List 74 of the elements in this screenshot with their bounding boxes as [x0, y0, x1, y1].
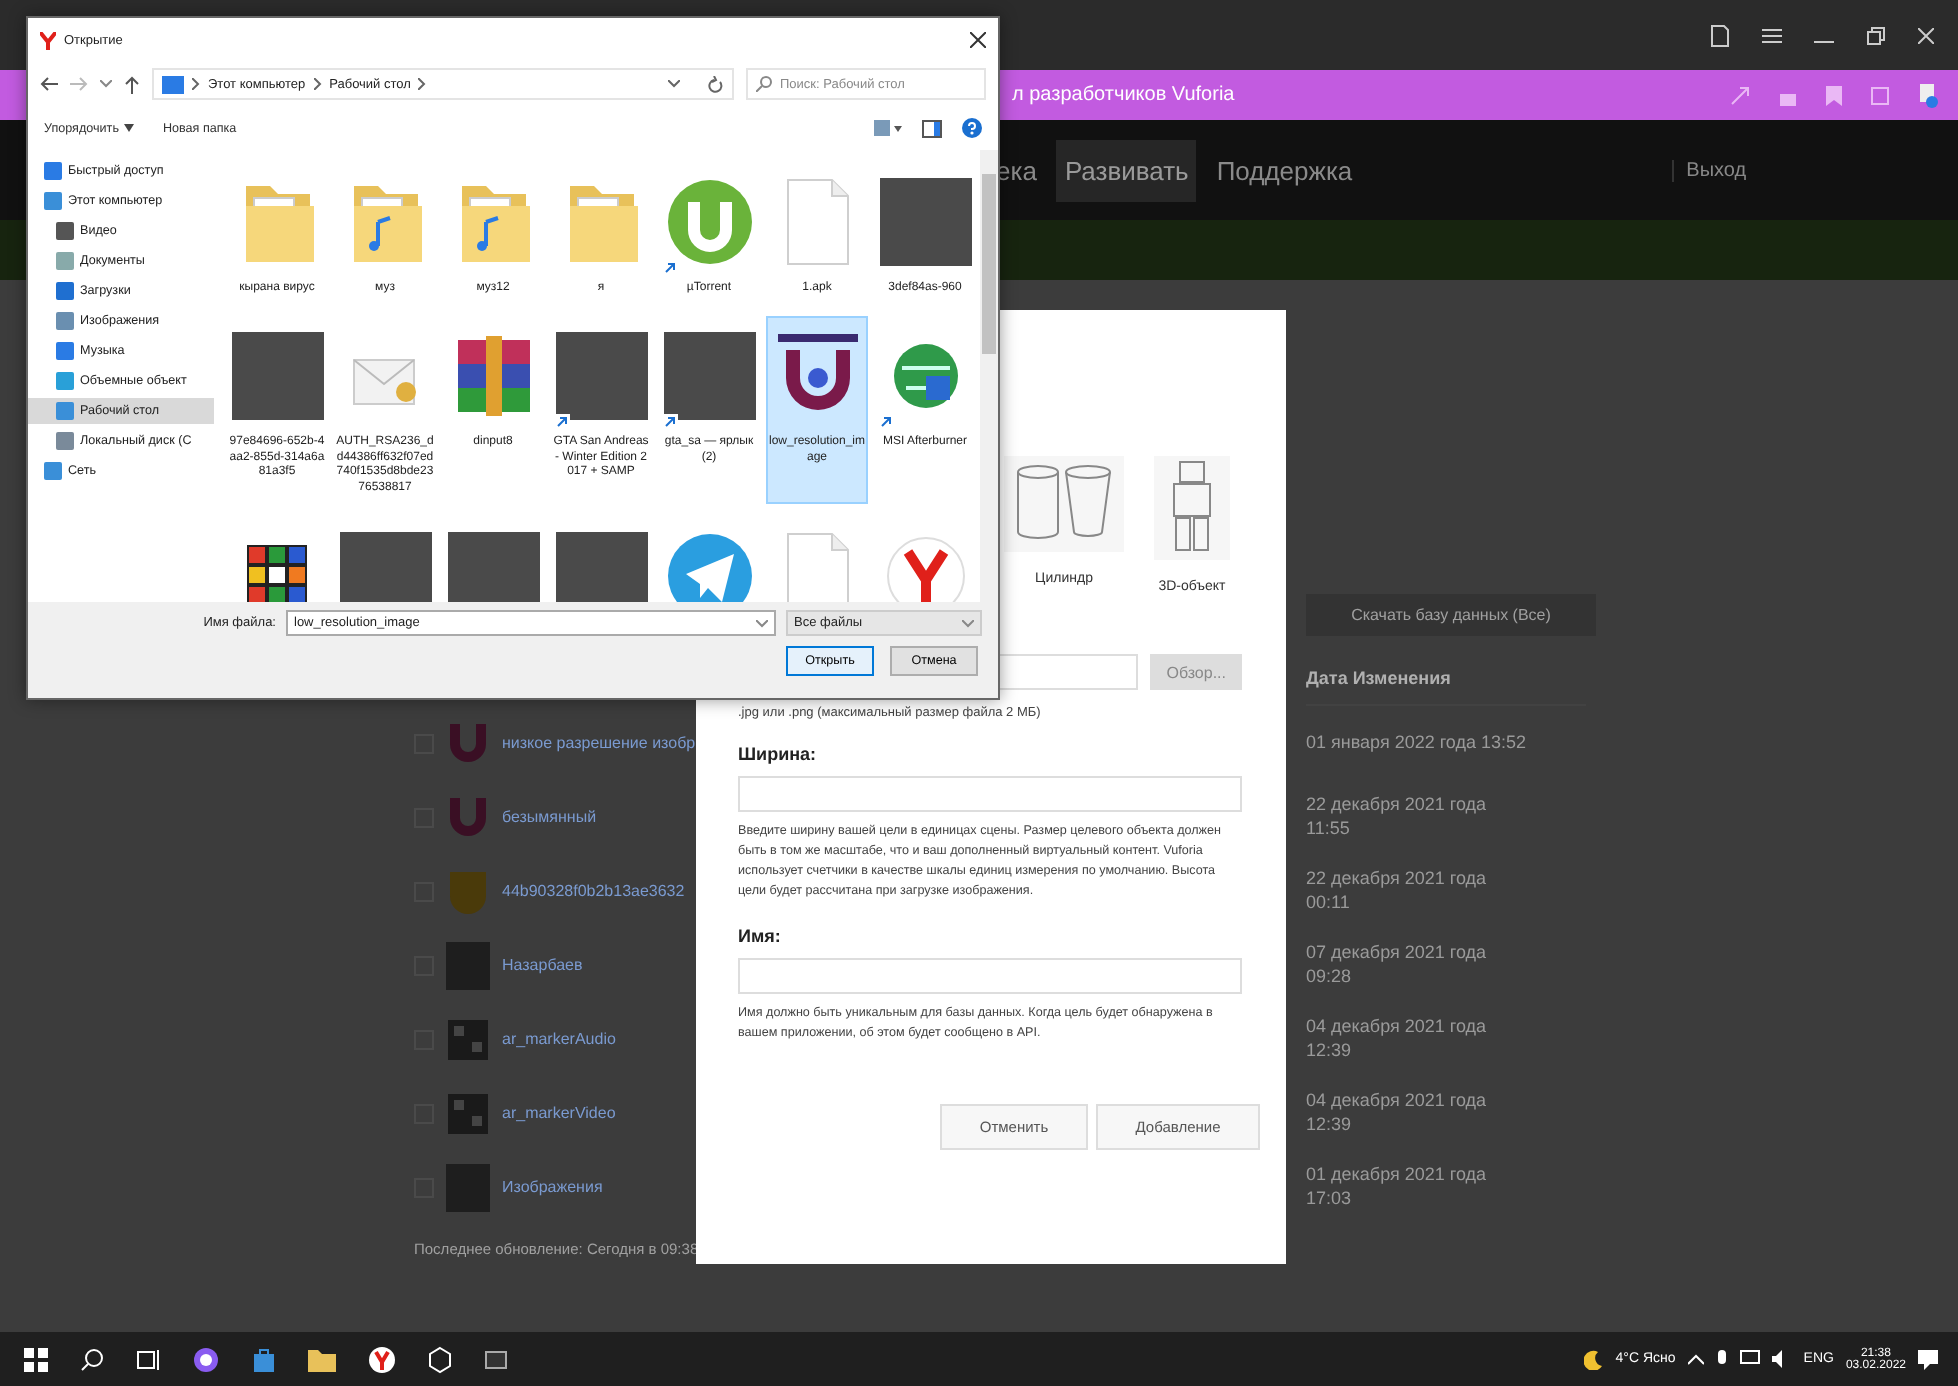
app-icon [665, 178, 753, 266]
close-icon[interactable] [970, 32, 986, 48]
caret-icon[interactable] [668, 80, 680, 88]
date-cell-text: 04 декабря 2021 года 12:39 [1306, 1013, 1489, 1063]
restore-icon[interactable] [1866, 25, 1886, 45]
page-icon[interactable] [1710, 23, 1730, 47]
notification-icon[interactable] [1918, 1349, 1938, 1369]
preview-pane-icon[interactable] [922, 119, 942, 137]
logo-thumbnail [446, 793, 490, 841]
photo-placeholder [446, 941, 490, 989]
view-options-icon[interactable] [874, 120, 902, 136]
archive-icon [453, 331, 533, 420]
moon-icon [1583, 1349, 1604, 1369]
back-arrow-icon[interactable] [40, 76, 58, 92]
qr-code-thumbnail [446, 1015, 490, 1063]
refresh-icon[interactable] [708, 75, 724, 93]
photo-placeholder [663, 331, 755, 420]
browser-icon[interactable] [368, 1345, 396, 1373]
name-label: Имя: [738, 926, 783, 947]
chevron-up-icon[interactable] [1687, 1353, 1704, 1365]
chevron-icon [418, 78, 427, 90]
width-label: Ширина: [738, 744, 819, 764]
photo-placeholder [447, 531, 539, 602]
date-cell-text: 04 декабря 2021 года 12:39 [1306, 1087, 1489, 1137]
date-cell-text: 01 января 2022 года 13:52 [1306, 729, 1526, 756]
logout-link[interactable]: Выход [1672, 159, 1747, 181]
name-input-field[interactable] [738, 958, 1242, 995]
hexagon-icon[interactable] [428, 1345, 452, 1373]
download-button[interactable]: Скачать базу данных (Все) [1306, 594, 1596, 636]
microphone-icon[interactable] [1715, 1349, 1728, 1369]
document-icon [785, 178, 849, 266]
photo-placeholder [231, 331, 323, 420]
nav-link[interactable]: Поддержка [1208, 139, 1361, 201]
search-icon [756, 76, 772, 92]
page-title: л разработчиков Vuforia [1012, 84, 1235, 106]
photo-placeholder [879, 178, 971, 266]
badge-thumbnail [446, 867, 490, 915]
chevron-icon [313, 78, 322, 90]
nav-link[interactable]: Развивать [1056, 139, 1197, 201]
date-cell-text: 01 декабря 2021 года 17:03 [1306, 1161, 1489, 1211]
task-view-icon[interactable] [136, 1347, 160, 1371]
photo-placeholder [555, 531, 647, 602]
date-cell-text: 07 декабря 2021 года 09:28 [1306, 939, 1489, 989]
logo-thumbnail [446, 719, 490, 767]
photo-placeholder [446, 1163, 490, 1211]
date-cell-text: 22 декабря 2021 года 00:11 [1306, 865, 1489, 915]
menu-icon[interactable] [1762, 27, 1782, 43]
caret-icon [756, 619, 768, 627]
globe-icon [889, 339, 961, 412]
cylinder-icon[interactable] [1004, 456, 1124, 552]
qr-code-thumbnail [446, 1089, 490, 1137]
caret-icon [962, 619, 974, 627]
scrollbar[interactable] [980, 150, 998, 602]
network-icon[interactable] [1739, 1350, 1760, 1368]
assistant-icon[interactable] [192, 1345, 220, 1373]
photo-placeholder [339, 531, 431, 602]
monitor-icon [162, 75, 184, 93]
caret-icon[interactable] [100, 80, 112, 88]
store-icon[interactable] [252, 1347, 276, 1371]
help-icon[interactable] [962, 118, 982, 138]
download-icon[interactable] [1918, 83, 1938, 107]
robot-icon[interactable] [1154, 456, 1230, 560]
column-header: Дата Изменения [1306, 668, 1586, 706]
width-input-field[interactable] [738, 776, 1242, 812]
app-icon[interactable] [484, 1347, 508, 1371]
puzzle-cube-icon [243, 541, 311, 602]
browser-icon [40, 31, 56, 49]
date-cell-text: 22 декабря 2021 года 11:55 [1306, 791, 1489, 841]
caret-icon [124, 124, 135, 132]
up-arrow-icon[interactable] [124, 75, 140, 93]
windows-logo-icon[interactable] [24, 1347, 48, 1371]
photo-placeholder [555, 331, 647, 420]
search-icon[interactable] [80, 1347, 104, 1371]
chevron-icon [192, 78, 200, 90]
